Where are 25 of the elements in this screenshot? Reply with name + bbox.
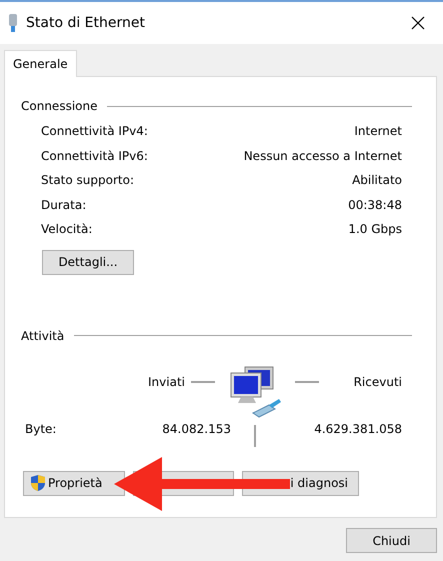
received-bytes: 4.629.381.058: [313, 422, 402, 436]
sent-label: Inviati: [148, 374, 185, 388]
tab[interactable]: Generale: [4, 50, 77, 77]
field-label: Stato supporto:: [41, 173, 134, 188]
received-label: Ricevuti: [354, 374, 402, 388]
ethernet-icon: [8, 14, 18, 32]
field-label: Velocità:: [41, 222, 92, 236]
field-value: 1.0 Gbps: [348, 222, 402, 236]
details-button[interactable]: Dettagli...: [42, 250, 134, 274]
field-label: Durata:: [41, 198, 86, 212]
field-value: Nessun accesso a Internet: [244, 148, 402, 163]
close-button[interactable]: Chiudi: [346, 528, 437, 553]
sent-bytes: 84.082.153: [161, 422, 231, 436]
field-value: 00:38:48: [348, 198, 402, 212]
properties-button[interactable]: Proprietà: [23, 470, 125, 496]
close-icon[interactable]: [411, 16, 425, 30]
group-heading: Attività: [21, 328, 64, 342]
field-label: Connettività IPv6:: [41, 148, 148, 163]
field-value: Abilitato: [352, 173, 402, 188]
field-label: Connettività IPv4:: [41, 124, 148, 138]
shield-icon: [30, 474, 46, 492]
window-title: Stato di Ethernet: [26, 15, 146, 31]
bytes-label: Byte:: [25, 422, 58, 436]
group-heading: Connessione: [21, 99, 98, 113]
field-value: Internet: [354, 124, 402, 138]
